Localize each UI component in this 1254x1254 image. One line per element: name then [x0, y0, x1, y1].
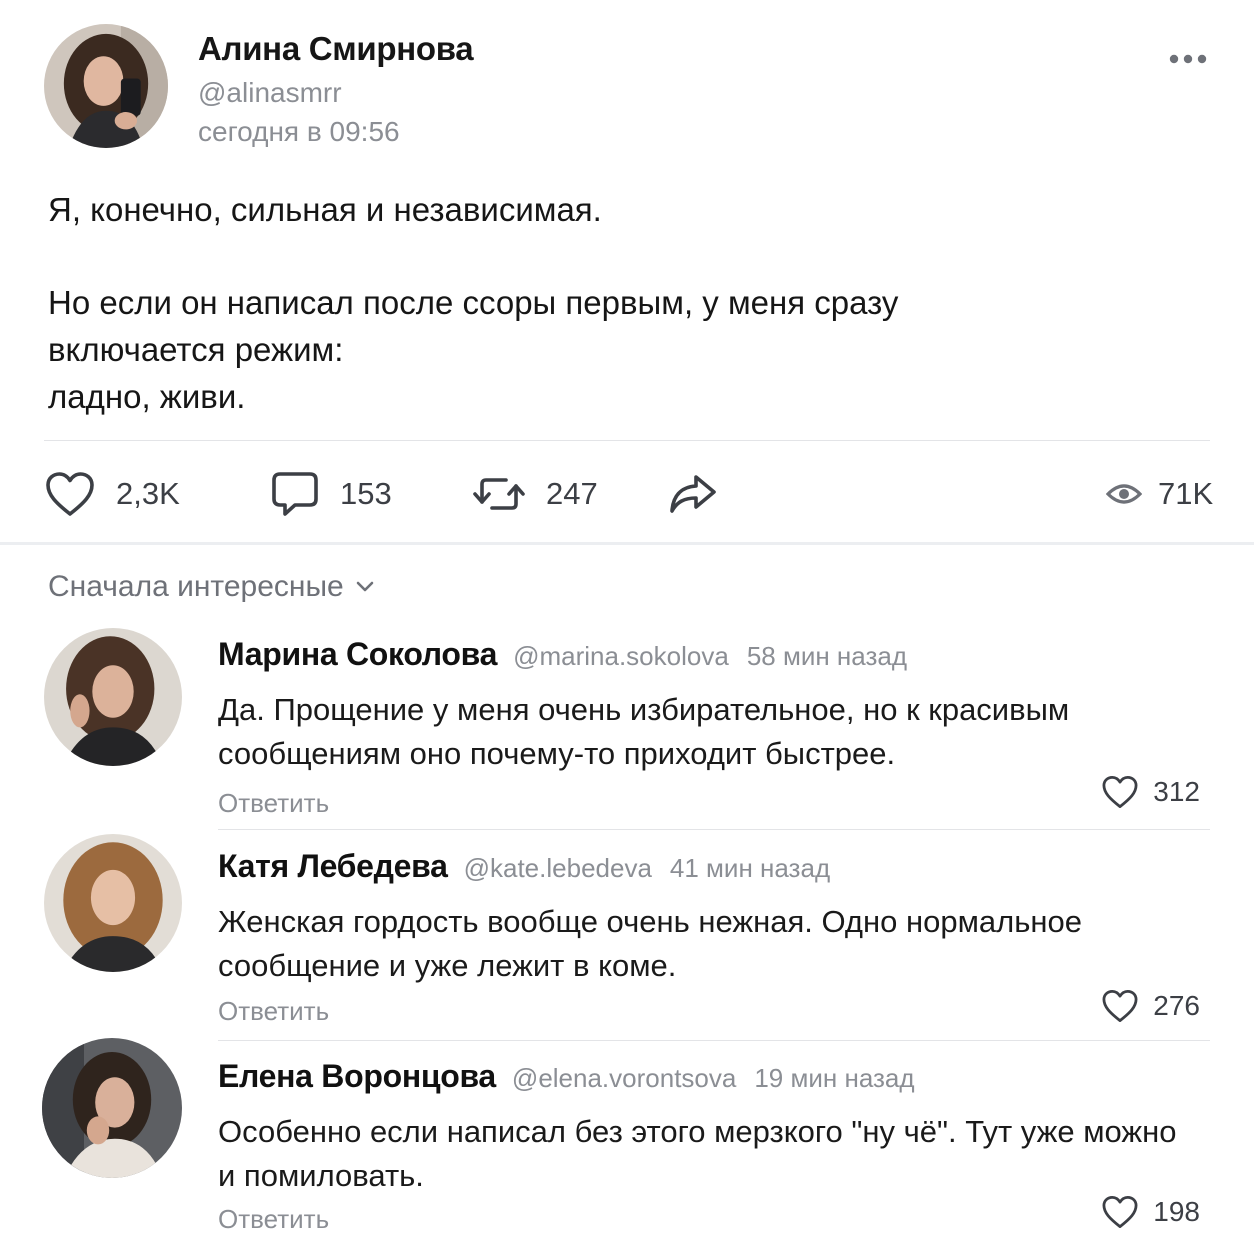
post-card: Алина Смирнова @alinasmrr сегодня в 09:5… — [0, 0, 1254, 540]
like-count: 2,3K — [116, 476, 180, 511]
eye-icon — [1106, 484, 1142, 504]
post-paragraph-line: ладно, живи. — [48, 378, 246, 415]
more-button[interactable] — [1168, 44, 1208, 74]
comment-header: Марина Соколова @marina.sokolova 58 мин … — [218, 636, 907, 673]
comment-divider — [218, 1040, 1210, 1041]
comment-like-count: 198 — [1153, 1196, 1200, 1227]
comment-time: 58 мин назад — [746, 641, 908, 671]
author-name[interactable]: Алина Смирнова — [198, 30, 474, 68]
views-counter: 71K — [1106, 468, 1213, 520]
commenter-name[interactable]: Елена Воронцова — [218, 1058, 496, 1095]
comment-like-button[interactable]: 198 — [1101, 1194, 1200, 1230]
comment-count: 153 — [340, 476, 392, 511]
more-dots-icon — [1169, 54, 1207, 64]
comment-icon — [272, 472, 318, 516]
commenter-handle[interactable]: @marina.sokolova — [513, 641, 729, 672]
comment-divider — [218, 829, 1210, 830]
comment-text: Особенно если написал без этого мерзкого… — [218, 1114, 1177, 1193]
commenter-avatar[interactable] — [42, 1038, 182, 1178]
repost-count: 247 — [546, 476, 598, 511]
comment-like-button[interactable]: 276 — [1101, 988, 1200, 1024]
commenter-name[interactable]: Катя Лебедева — [218, 848, 448, 885]
views-count: 71K — [1158, 476, 1214, 511]
comment-time: 41 мин назад — [669, 853, 831, 883]
comment-item: Катя Лебедева @kate.lebedeva 41 мин наза… — [0, 834, 1254, 1038]
post-actions-bar: 2,3K 153 247 71K — [0, 460, 1254, 530]
sort-label: Сначала интересные — [48, 570, 344, 603]
comment-text: Да. Прощение у меня очень избирательное,… — [218, 692, 1070, 771]
commenter-handle[interactable]: @elena.vorontsova — [512, 1063, 736, 1094]
reply-button[interactable]: Ответить — [218, 996, 329, 1027]
comment-item: Елена Воронцова @elena.vorontsova 19 мин… — [0, 1038, 1254, 1248]
section-separator — [0, 542, 1254, 545]
comment-button[interactable]: 153 — [270, 468, 392, 520]
post-paragraph-line: включается режим: — [48, 331, 344, 368]
post-paragraph-line: Но если он написал после ссоры первым, у… — [48, 284, 899, 321]
commenter-name[interactable]: Марина Соколова — [218, 636, 497, 673]
comments-sort-dropdown[interactable]: Сначала интересные — [48, 570, 374, 604]
repost-button[interactable]: 247 — [472, 468, 598, 520]
heart-icon — [1102, 1195, 1138, 1229]
comment-text: Женская гордость вообще очень нежная. Од… — [218, 904, 1082, 983]
reply-button[interactable]: Ответить — [218, 788, 329, 819]
comment-header: Елена Воронцова @elena.vorontsova 19 мин… — [218, 1058, 915, 1095]
comment-like-count: 312 — [1153, 776, 1200, 807]
commenter-avatar[interactable] — [44, 834, 182, 972]
post-timestamp: сегодня в 09:56 — [198, 116, 400, 147]
post-paragraph: Я, конечно, сильная и независимая. — [48, 191, 602, 228]
comment-header: Катя Лебедева @kate.lebedeva 41 мин наза… — [218, 848, 830, 885]
heart-icon — [1102, 989, 1138, 1023]
heart-icon — [46, 472, 94, 516]
post-text: Я, конечно, сильная и независимая. Но ес… — [48, 186, 1198, 420]
comment-time: 19 мин назад — [754, 1063, 915, 1093]
heart-icon — [1102, 775, 1138, 809]
post-divider — [44, 440, 1210, 441]
share-icon — [670, 475, 716, 513]
author-handle[interactable]: @alinasmrr — [198, 77, 342, 109]
commenter-avatar[interactable] — [44, 628, 182, 766]
like-button[interactable]: 2,3K — [44, 468, 180, 520]
reply-button[interactable]: Ответить — [218, 1204, 329, 1235]
comment-like-count: 276 — [1153, 990, 1200, 1021]
author-avatar[interactable] — [44, 24, 168, 148]
commenter-handle[interactable]: @kate.lebedeva — [464, 853, 652, 884]
repost-icon — [473, 478, 525, 510]
chevron-down-icon — [356, 581, 374, 592]
comment-like-button[interactable]: 312 — [1101, 774, 1200, 810]
comment-item: Марина Соколова @marina.sokolova 58 мин … — [0, 628, 1254, 826]
share-button[interactable] — [668, 468, 718, 520]
